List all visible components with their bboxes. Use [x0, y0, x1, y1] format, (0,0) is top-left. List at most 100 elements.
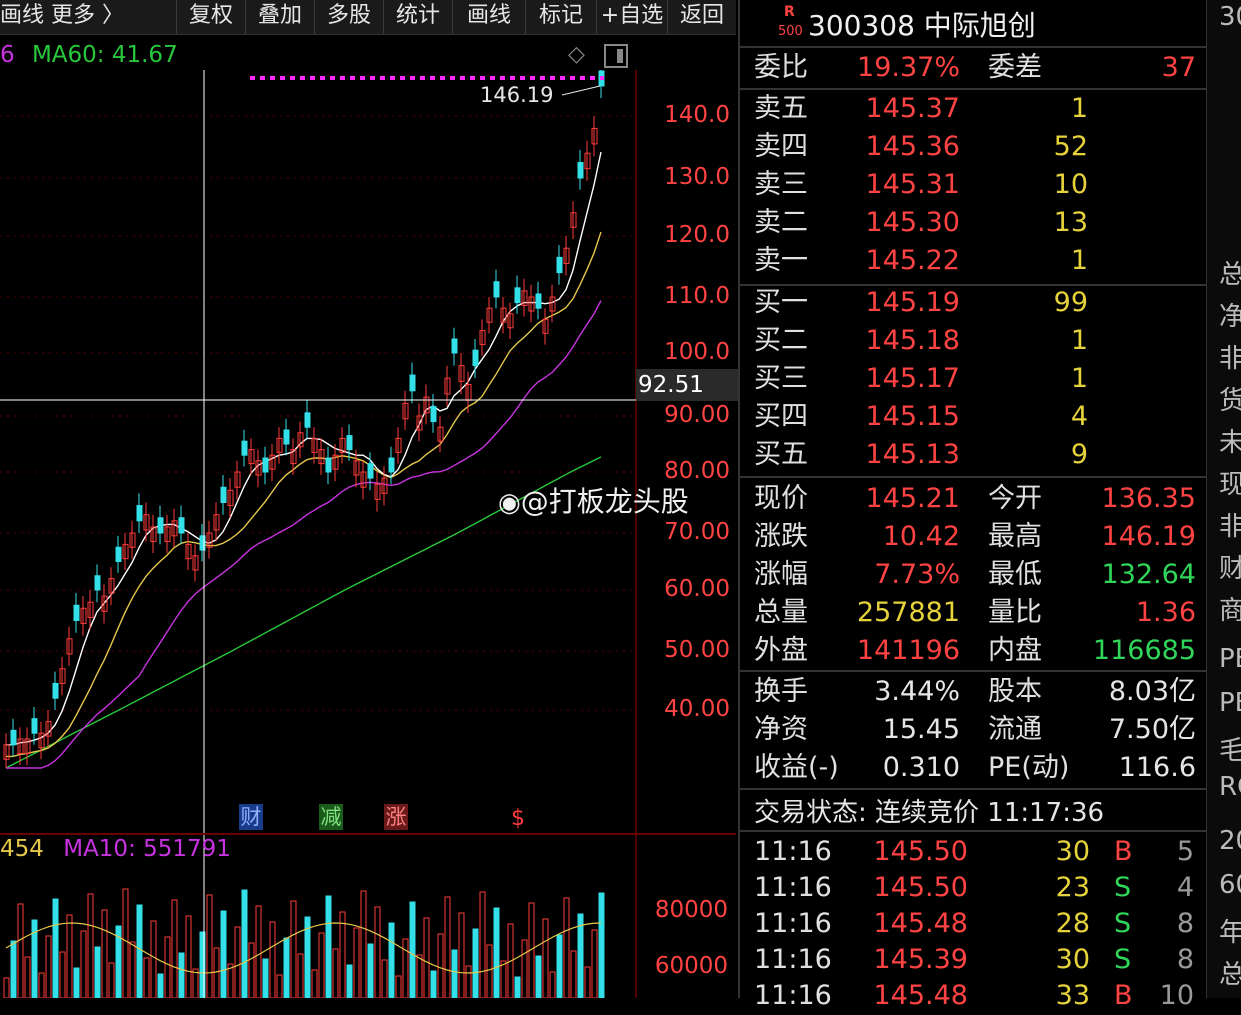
tick-time: 11:16: [754, 908, 832, 939]
bid-row[interactable]: 买四 145.15 4: [740, 398, 1208, 436]
bid-row[interactable]: 买二 145.18 1: [740, 322, 1208, 360]
toolbar-fuquan-button[interactable]: 复权: [177, 0, 246, 34]
candle-body: [451, 338, 458, 354]
volume-tick: 80000: [654, 897, 728, 923]
fundamental-label: 流通: [988, 714, 1042, 745]
volume-ma10-label: MA10: 551791: [63, 836, 231, 862]
index-badge-bottom: 500: [778, 24, 803, 39]
volume-bar: [423, 917, 430, 998]
finance-event-marker[interactable]: 财: [239, 804, 263, 830]
dollar-event-marker[interactable]: $: [511, 806, 525, 831]
volume-bar: [87, 893, 94, 998]
toolbar-mark-button[interactable]: 标记: [526, 0, 597, 34]
quote-label: 总量: [754, 597, 808, 628]
candle-body: [430, 406, 437, 423]
volume-bar: [416, 954, 423, 998]
quote-value: 141196: [856, 635, 960, 666]
volume-bar: [73, 967, 80, 998]
toolbar-draw-button[interactable]: 画线: [453, 0, 526, 34]
bid-row[interactable]: 买三 145.17 1: [740, 360, 1208, 398]
toolbar-multi-stock-button[interactable]: 多股: [315, 0, 384, 34]
bid-qty: 9: [1070, 439, 1088, 470]
tick-volume: 28: [1055, 908, 1090, 939]
fundamental-row: 净资 15.45 流通 7.50亿: [740, 711, 1208, 749]
fundamental-row: 换手 3.44% 股本 8.03亿: [740, 673, 1208, 711]
volume-bar: [262, 958, 269, 998]
volume-bar: [185, 915, 192, 998]
volume-bar: [332, 948, 339, 998]
ask-label: 卖三: [754, 169, 808, 200]
quote-row: 涨跌 10.42 最高 146.19: [740, 518, 1208, 556]
quote-label: 涨跌: [754, 521, 808, 552]
volume-bar: [584, 966, 591, 998]
fundamental-label: 股本: [988, 676, 1042, 707]
tick-count: 10: [1159, 980, 1194, 1011]
chart-divider: [0, 833, 736, 835]
ma-polyline: [6, 300, 602, 769]
weicha-label: 委差: [988, 52, 1042, 83]
volume-bar: [108, 962, 115, 998]
volume-bar: [178, 952, 185, 998]
tick-count: 5: [1176, 836, 1194, 867]
quote-label: 量比: [988, 597, 1042, 628]
fundamental-label: PE(动): [988, 752, 1070, 783]
volume-bar: [157, 973, 164, 998]
quote-row: 现价 145.21 今开 136.35: [740, 480, 1208, 518]
candle-body: [115, 546, 122, 562]
price-tick: 60.00: [664, 576, 730, 602]
quote-value: 10.42: [882, 521, 960, 552]
volume-bar: [437, 933, 444, 998]
volume-bar: [101, 909, 108, 998]
volume-bar: [451, 949, 458, 998]
price-tick: 70.00: [664, 519, 730, 545]
bid-label: 买四: [754, 401, 808, 432]
price-tick: 140.0: [664, 102, 730, 128]
panel-toggle-icon[interactable]: [604, 44, 628, 68]
diamond-icon[interactable]: ◇: [568, 42, 585, 67]
volume-bar: [514, 976, 521, 998]
quote-panel: R 500 300308 中际旭创 委比 19.37% 委差 37 卖五 145.…: [738, 0, 1208, 1011]
ma-prev-label: 6: [0, 42, 15, 68]
volume-bar: [3, 977, 10, 998]
volume-bar: [493, 907, 500, 998]
bid-row[interactable]: 买一 145.19 99: [740, 284, 1208, 322]
ask-qty: 13: [1053, 207, 1088, 238]
bid-row[interactable]: 买五 145.13 9: [740, 436, 1208, 474]
quote-label: 现价: [754, 483, 808, 514]
candle-body: [493, 281, 500, 298]
ask-row[interactable]: 卖二 145.30 13: [740, 204, 1208, 242]
bid-price: 145.18: [865, 325, 960, 356]
volume-tick: 60000: [654, 953, 728, 979]
volume-bar: [318, 932, 325, 998]
volume-bar: [402, 938, 409, 998]
bid-label: 买五: [754, 439, 808, 470]
toolbar-more-button[interactable]: 画线 更多 〉: [0, 0, 177, 34]
ask-row[interactable]: 卖三 145.31 10: [740, 166, 1208, 204]
rise-event-marker[interactable]: 涨: [384, 804, 408, 830]
volume-bar: [122, 888, 129, 998]
ask-row[interactable]: 卖四 145.36 52: [740, 128, 1208, 166]
ask-label: 卖一: [754, 245, 808, 276]
ask-qty: 1: [1070, 245, 1088, 276]
candle-body: [472, 349, 479, 367]
ask-price: 145.31: [865, 169, 960, 200]
quote-value: 116685: [1092, 635, 1196, 666]
volume-bar: [24, 956, 31, 998]
candle-body: [178, 517, 185, 534]
candle-body: [10, 729, 17, 746]
ask-row[interactable]: 卖一 145.22 1: [740, 242, 1208, 280]
ask-row[interactable]: 卖五 145.37 1: [740, 90, 1208, 128]
ask-qty: 52: [1053, 131, 1088, 162]
tick-row: 11:16 145.39 30 S 8: [740, 941, 1208, 979]
price-tick: 50.00: [664, 637, 730, 663]
quote-row: 涨幅 7.73% 最低 132.64: [740, 556, 1208, 594]
fundamental-row: 收益(-) 0.310 PE(动) 116.6: [740, 749, 1208, 787]
volume-bar: [353, 927, 360, 998]
toolbar-stats-button[interactable]: 统计: [384, 0, 453, 34]
tick-price: 145.50: [873, 872, 968, 903]
volume-bar: [339, 911, 346, 998]
bid-label: 买三: [754, 363, 808, 394]
reduce-event-marker[interactable]: 减: [319, 804, 343, 830]
side-info-label: RO: [1219, 772, 1241, 802]
toolbar-overlay-button[interactable]: 叠加: [246, 0, 315, 34]
